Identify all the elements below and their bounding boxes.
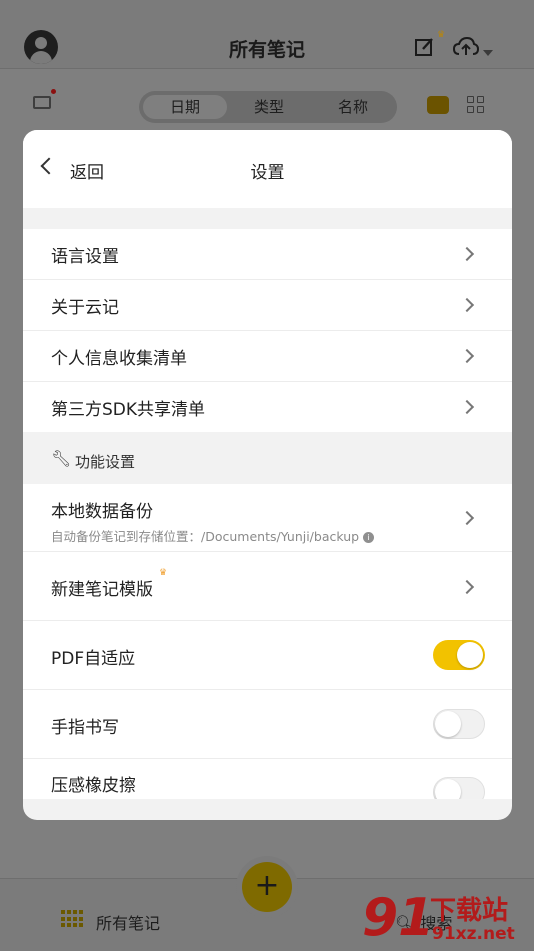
modal-header: 返回 设置 [23, 130, 512, 208]
finger-writing-toggle[interactable] [433, 709, 485, 739]
settings-item-pressure-eraser: 压感橡皮擦 [23, 759, 512, 799]
chevron-right-icon [459, 399, 475, 415]
top-bar: 所有笔记 ♛ [0, 0, 534, 69]
segment-type[interactable]: 类型 [227, 95, 311, 119]
sort-segmented-control: 日期 类型 名称 [139, 91, 397, 123]
settings-item-label: PDF自适应 [51, 649, 136, 669]
chevron-right-icon [459, 348, 475, 364]
settings-item-personal-info[interactable]: 个人信息收集清单 [23, 331, 512, 382]
mail-icon[interactable] [33, 96, 51, 109]
settings-item-about[interactable]: 关于云记 [23, 280, 512, 331]
crown-icon: ♛ [159, 568, 168, 578]
modal-title: 设置 [250, 163, 285, 183]
watermark-url: 91xz.net [432, 924, 515, 944]
watermark-text: 下载站 [430, 896, 509, 926]
settings-item-label: 第三方SDK共享清单 [51, 400, 206, 420]
edit-icon[interactable] [414, 36, 436, 62]
pressure-eraser-toggle[interactable] [433, 777, 485, 799]
settings-item-label: 关于云记 [51, 298, 119, 318]
chevron-right-icon [459, 579, 475, 595]
crown-icon: ♛ [437, 30, 446, 40]
segment-name[interactable]: 名称 [311, 95, 395, 119]
settings-item-label: 本地数据备份 [51, 502, 153, 522]
chevron-right-icon [459, 246, 475, 262]
watermark-logo: 91 下载站 91xz.net [362, 888, 534, 950]
pdf-adaptive-toggle[interactable] [433, 640, 485, 670]
settings-item-label: 个人信息收集清单 [51, 349, 187, 369]
settings-item-label: 语言设置 [51, 247, 119, 267]
treasure-chest-icon[interactable] [427, 96, 449, 114]
chevron-down-icon[interactable] [482, 42, 494, 61]
settings-item-pdf-adaptive: PDF自适应 [23, 621, 512, 690]
chevron-right-icon [459, 297, 475, 313]
all-notes-grid-icon [61, 910, 83, 928]
grid-view-icon[interactable] [467, 96, 485, 114]
settings-modal: 返回 设置 语言设置 关于云记 个人信息收集清单 第三方SDK共享清单 🔧︎ 功… [23, 130, 512, 820]
notification-dot [51, 89, 56, 94]
backup-location-text: 自动备份笔记到存储位置：/Documents/Yunji/backup i [51, 526, 375, 545]
settings-item-label: 压感橡皮擦 [51, 776, 136, 796]
segment-date[interactable]: 日期 [143, 95, 227, 119]
settings-item-third-party-sdk[interactable]: 第三方SDK共享清单 [23, 382, 512, 432]
settings-item-language[interactable]: 语言设置 [23, 229, 512, 280]
settings-item-finger-writing: 手指书写 [23, 690, 512, 759]
backup-location-value: 自动备份笔记到存储位置：/Documents/Yunji/backup [51, 529, 360, 544]
info-icon[interactable]: i [363, 532, 375, 543]
cloud-upload-icon[interactable] [452, 36, 480, 62]
settings-item-local-backup[interactable]: 本地数据备份 自动备份笔记到存储位置：/Documents/Yunji/back… [23, 484, 512, 552]
wrench-icon: 🔧︎ [51, 449, 72, 468]
section-header-features: 🔧︎ 功能设置 [23, 432, 512, 484]
watermark-brand: 91 [362, 888, 435, 948]
section-title: 功能设置 [75, 453, 136, 471]
settings-item-label: 新建笔记模版 [51, 580, 153, 600]
settings-item-label: 手指书写 [51, 718, 119, 738]
settings-item-note-template[interactable]: 新建笔记模版 ♛ [23, 552, 512, 621]
add-note-button[interactable]: + [242, 862, 292, 912]
chevron-right-icon [459, 510, 475, 526]
tab-all-notes[interactable]: 所有笔记 [96, 910, 160, 934]
